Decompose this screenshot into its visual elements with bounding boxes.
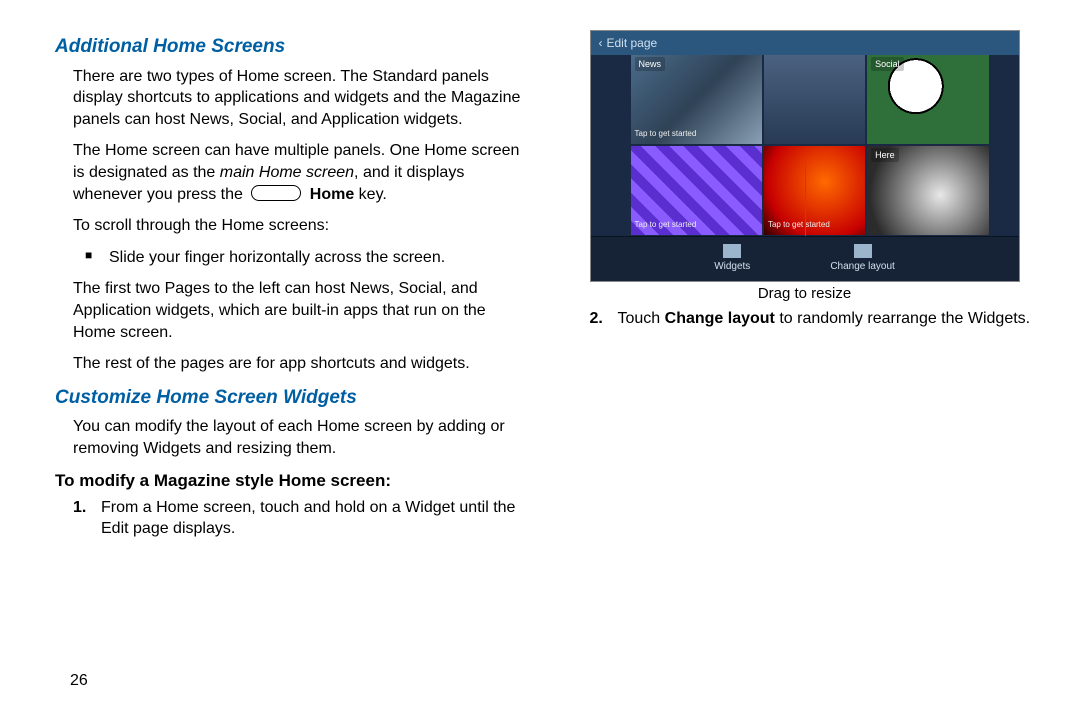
label: Widgets	[714, 260, 750, 274]
home-key-icon	[251, 185, 301, 201]
figure-header-label: Edit page	[607, 36, 658, 50]
step-text: Touch Change layout to randomly rearrang…	[618, 308, 1041, 330]
para-modify-layout: You can modify the layout of each Home s…	[55, 416, 524, 459]
text-bold-change-layout: Change layout	[665, 310, 775, 327]
heading-customize-widgets: Customize Home Screen Widgets	[55, 385, 524, 411]
label: Change layout	[830, 260, 895, 274]
text: key.	[354, 186, 387, 203]
heading-additional-home-screens: Additional Home Screens	[55, 34, 524, 60]
change-layout-icon	[854, 244, 872, 258]
tile-label: News	[635, 57, 666, 71]
figure-bottom-bar: Widgets Change layout	[591, 236, 1019, 281]
tile-news: News Tap to get started	[631, 55, 762, 144]
heading-modify-magazine: To modify a Magazine style Home screen:	[55, 470, 524, 493]
button-change-layout: Change layout	[830, 244, 895, 274]
bullet-square-icon: ■	[85, 247, 109, 269]
tile-caption: Tap to get started	[635, 220, 697, 231]
bullet-slide: ■ Slide your finger horizontally across …	[55, 247, 524, 269]
para-types: There are two types of Home screen. The …	[55, 66, 524, 131]
bullet-text: Slide your finger horizontally across th…	[109, 247, 524, 269]
tile-purple: Tap to get started	[631, 146, 762, 235]
para-rest-pages: The rest of the pages are for app shortc…	[55, 353, 524, 375]
figure-edit-page: ‹ Edit page News Tap to get started Socia…	[590, 30, 1020, 304]
tile-caption: Tap to get started	[768, 220, 830, 231]
figure-caption: Drag to resize	[590, 284, 1020, 304]
text: to randomly rearrange the Widgets.	[775, 310, 1030, 327]
figure-header: ‹ Edit page	[591, 31, 1019, 55]
step-1: 1. From a Home screen, touch and hold on…	[55, 497, 524, 540]
widgets-icon	[723, 244, 741, 258]
figure-tiles: News Tap to get started Social Tap to ge…	[631, 55, 989, 235]
para-first-two-pages: The first two Pages to the left can host…	[55, 278, 524, 343]
page-number: 26	[70, 670, 88, 692]
tile-social: Social	[867, 55, 988, 144]
step-number: 1.	[55, 497, 101, 540]
text-italic-main-home: main Home screen	[220, 164, 354, 181]
para-main-home: The Home screen can have multiple panels…	[55, 140, 524, 205]
text: Touch	[618, 310, 665, 327]
chevron-left-icon: ‹	[599, 36, 603, 50]
tile-label: Social	[871, 57, 904, 71]
text-bold-home: Home	[310, 186, 354, 203]
step-text: From a Home screen, touch and hold on a …	[101, 497, 524, 540]
tile-grey: Here	[867, 146, 988, 235]
tile-sky	[764, 55, 865, 144]
tile-label: Here	[871, 148, 899, 162]
tile-red: Tap to get started	[764, 146, 865, 235]
para-scroll-intro: To scroll through the Home screens:	[55, 215, 524, 237]
step-number: 2.	[572, 308, 618, 330]
tile-caption: Tap to get started	[635, 129, 697, 140]
step-2: 2. Touch Change layout to randomly rearr…	[572, 308, 1041, 330]
button-widgets: Widgets	[714, 244, 750, 274]
figure-screenshot: ‹ Edit page News Tap to get started Socia…	[590, 30, 1020, 282]
